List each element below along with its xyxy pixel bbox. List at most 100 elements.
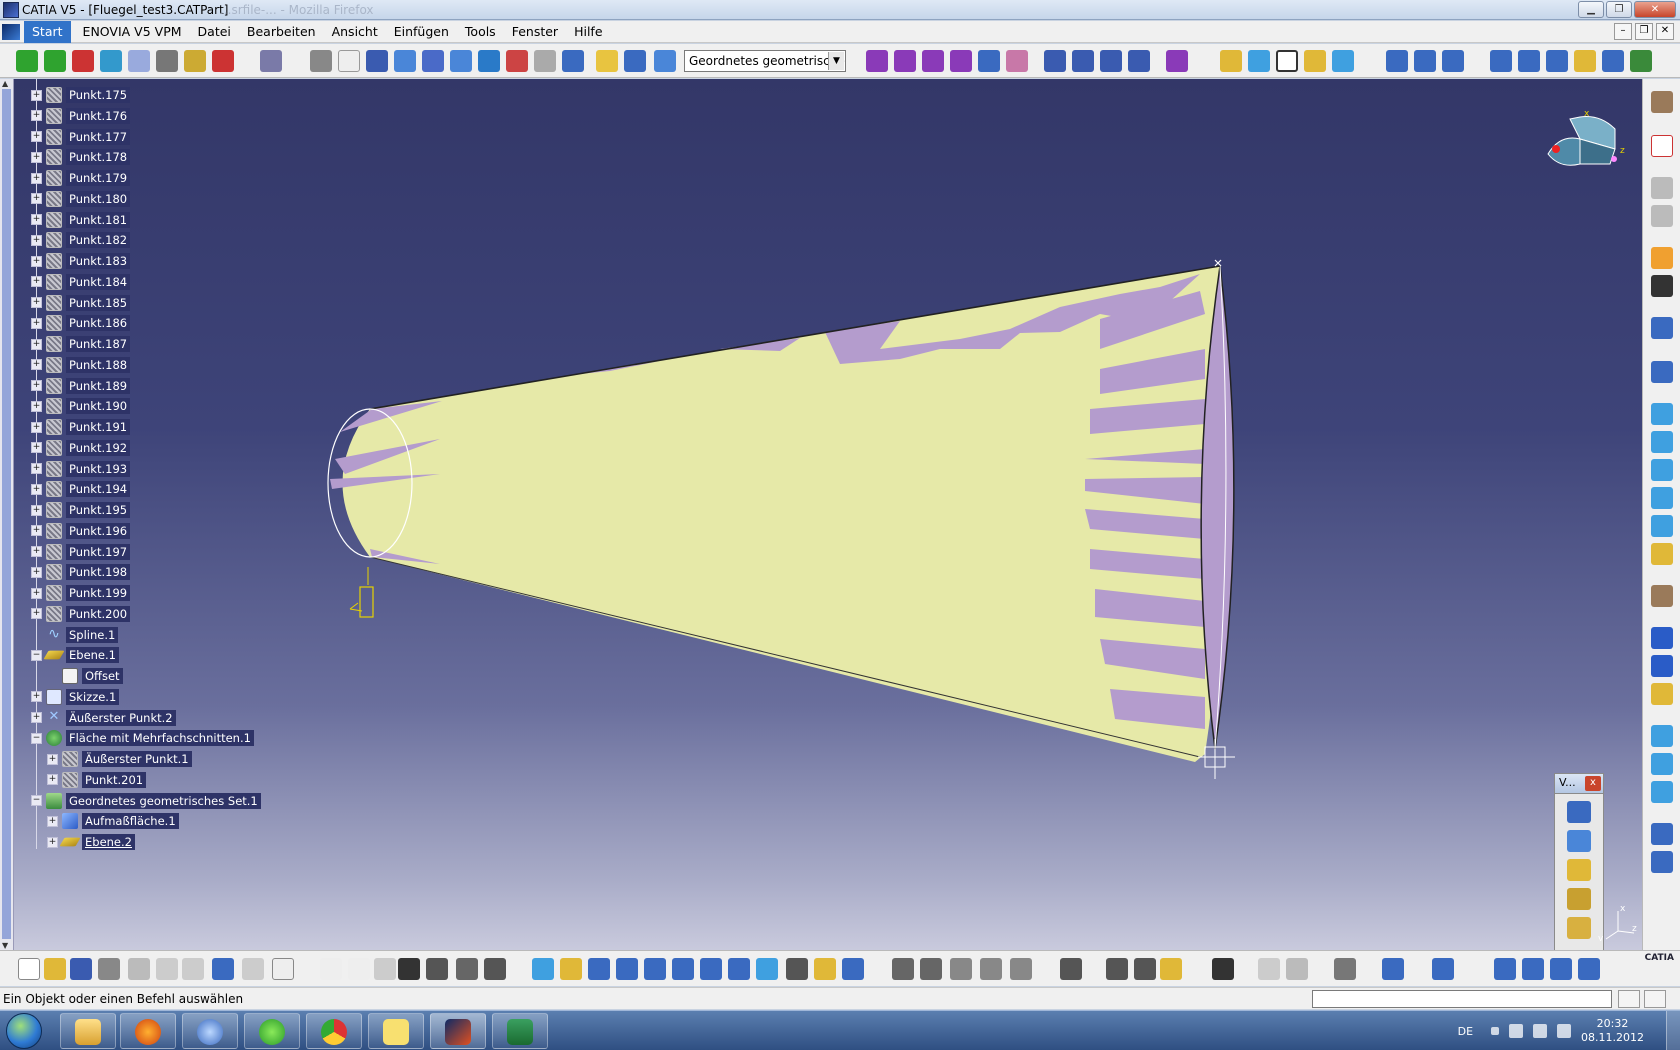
expand-toggle-icon[interactable]: + [31,587,42,599]
tree-item-point[interactable]: + Punkt.196 [31,521,131,541]
rt-circle-icon[interactable] [1651,823,1673,845]
tree-item-geoset[interactable]: − Geordnetes geometrisches Set.1 [31,791,261,811]
rt-plane-icon[interactable] [1651,683,1673,705]
tree-item-point[interactable]: + Punkt.175 [31,85,131,105]
floating-toolbar[interactable]: V... x [1554,773,1604,950]
polyline-icon[interactable] [1630,50,1652,72]
symmetry-icon[interactable] [1276,50,1298,72]
maximize-button[interactable]: ❐ [1606,1,1632,18]
expand-toggle-icon[interactable]: − [31,649,42,661]
menu-ansicht[interactable]: Ansicht [324,21,386,43]
tree-item-extreme2[interactable]: + ✕ Äußerster Punkt.2 [31,708,176,728]
tree-item-sketch[interactable]: + Skizze.1 [31,687,120,707]
expand-toggle-icon[interactable]: + [31,172,42,184]
product-icon[interactable] [980,958,1002,980]
expand-toggle-icon[interactable]: + [31,546,42,557]
chevron-down-icon[interactable]: ▼ [828,52,844,70]
blend-icon[interactable] [1006,50,1028,72]
scroll-down-icon[interactable]: ▼ [2,941,8,950]
material-icon[interactable] [1382,958,1404,980]
gear-icon[interactable] [892,958,914,980]
table-icon[interactable] [398,958,420,980]
rt-line-icon[interactable] [1651,655,1673,677]
rt-extrude-icon[interactable] [1651,403,1673,425]
taskbar-catia[interactable] [430,1013,486,1049]
rt-parallel-icon[interactable] [1651,781,1673,803]
status-button-1[interactable] [1618,990,1640,1008]
expand-toggle-icon[interactable]: + [31,214,42,225]
clock[interactable]: 20:32 08.11.2012 [1581,1017,1644,1045]
tree-item-point[interactable]: + Punkt.195 [31,500,131,520]
status-button-2[interactable] [1644,990,1666,1008]
expand-toggle-icon[interactable]: + [31,234,42,246]
revolve-icon[interactable] [894,50,916,72]
menu-enovia[interactable]: ENOVIA V5 VPM [75,21,190,43]
stack-icon[interactable] [1567,888,1591,910]
scroll-up-icon[interactable]: ▲ [2,79,8,88]
expand-toggle-icon[interactable]: + [31,317,42,329]
boundary-icon[interactable] [1128,50,1150,72]
affinity-icon[interactable] [1332,50,1354,72]
sketcher-icon[interactable] [1651,317,1673,339]
expand-toggle-icon[interactable]: + [31,463,42,474]
view-icon[interactable] [450,50,472,72]
rt-spline-icon[interactable] [1651,851,1673,873]
tree-item-point[interactable]: + Punkt.199 [31,583,131,603]
annotate-icon[interactable] [1258,958,1280,980]
expand-toggle-icon[interactable]: + [31,691,42,703]
multisection-icon[interactable] [978,50,1000,72]
cut-icon[interactable] [128,958,150,980]
box-icon[interactable] [478,50,500,72]
measure-icon[interactable] [184,50,206,72]
volume-icon[interactable] [1442,50,1464,72]
expand-toggle-icon[interactable]: + [31,608,42,620]
curve-icon[interactable] [1546,50,1568,72]
expand-toggle-icon[interactable]: + [31,421,42,433]
taskbar-explorer[interactable] [60,1013,116,1049]
redo-icon[interactable] [242,958,264,980]
menu-bearbeiten[interactable]: Bearbeiten [239,21,324,43]
repeat-icon[interactable] [1414,50,1436,72]
tree-item-point[interactable]: + Punkt.180 [31,189,131,209]
expand-toggle-icon[interactable]: + [31,276,42,288]
tree-item-plane1[interactable]: − Ebene.1 [31,645,119,665]
knowledge-icon[interactable] [426,958,448,980]
expand-toggle-icon[interactable]: + [47,815,58,827]
tree-item-point[interactable]: + Punkt.193 [31,459,131,479]
rt-cylinder-icon[interactable] [1651,487,1673,509]
tree-item-point[interactable]: + Punkt.184 [31,272,131,292]
copy-icon[interactable] [156,958,178,980]
tree-item-point[interactable]: + Punkt.197 [31,542,131,562]
list-view-icon[interactable] [484,958,506,980]
tree-item-offsetsurf[interactable]: + Aufmaßfläche.1 [47,811,179,831]
refresh-icon[interactable] [310,50,332,72]
rt-project-icon[interactable] [1651,725,1673,747]
lock-icon[interactable] [456,958,478,980]
tree-item-point[interactable]: + Punkt.192 [31,438,131,458]
document-icon[interactable] [2,24,20,40]
fit-all-icon[interactable] [560,958,582,980]
shading-icon[interactable] [786,958,808,980]
tree-item-point[interactable]: + Punkt.188 [31,355,131,375]
renumber-icon[interactable] [1567,801,1591,823]
doc-close-button[interactable]: ✕ [1656,23,1674,40]
expand-toggle-icon[interactable]: + [31,380,42,391]
hide-show-icon[interactable] [814,958,836,980]
expand-toggle-icon[interactable]: + [31,525,42,537]
axis-tool-icon[interactable] [1651,361,1673,383]
open-icon[interactable] [44,958,66,980]
swap-icon[interactable] [842,958,864,980]
tree-item-point[interactable]: + Punkt.200 [31,604,131,624]
expand-toggle-icon[interactable]: + [31,359,42,371]
list-icon[interactable] [624,50,646,72]
undo-icon[interactable] [212,958,234,980]
hand-icon[interactable] [338,50,360,72]
command-input[interactable] [1312,990,1612,1008]
dimension-icon[interactable] [156,50,178,72]
expand-toggle-icon[interactable]: + [31,131,42,142]
tree-item-point[interactable]: + Punkt.177 [31,127,131,147]
sweep-icon[interactable] [922,50,944,72]
safely-remove-icon[interactable] [1557,1024,1572,1038]
fillet-icon[interactable] [1220,50,1242,72]
expand-toggle-icon[interactable]: − [31,732,42,744]
